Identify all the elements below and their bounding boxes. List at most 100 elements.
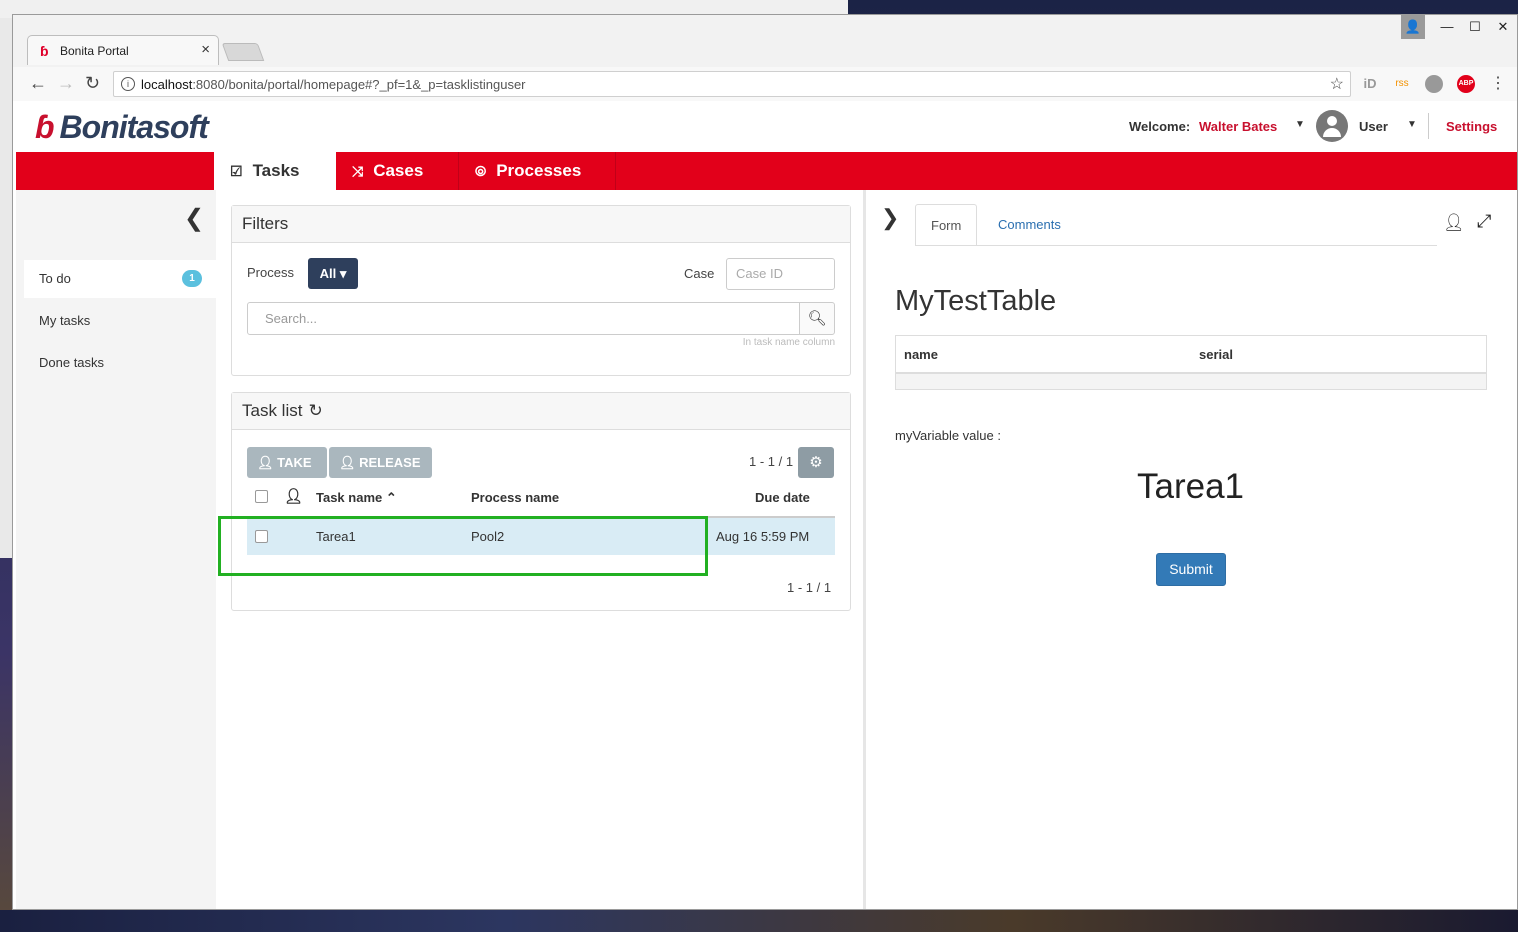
rss-extension-icon[interactable]: rss — [1393, 75, 1411, 93]
gear-icon: ⚙ — [809, 454, 823, 471]
case-id-input[interactable]: Case ID — [726, 258, 835, 290]
address-bar[interactable]: i localhost:8080/bonita/portal/homepage#… — [113, 71, 1351, 97]
select-all-checkbox[interactable] — [255, 490, 268, 503]
welcome-label: Welcome: — [1129, 119, 1191, 134]
collapse-sidebar-icon[interactable]: ❮ — [184, 204, 204, 233]
tab-form[interactable]: Form — [915, 204, 978, 246]
nav-separator — [615, 152, 616, 190]
tabs-underline — [915, 245, 1437, 246]
close-window-button[interactable]: ✕ — [1489, 15, 1517, 39]
fullscreen-icon[interactable]: ⤢ — [1477, 211, 1491, 232]
form-title: MyTestTable — [895, 285, 1057, 317]
collapse-details-icon[interactable]: ❯ — [881, 205, 899, 231]
id-extension-icon[interactable]: iD — [1361, 75, 1379, 93]
profile-caret-icon[interactable]: ▼ — [1407, 119, 1417, 130]
maximize-button[interactable]: ☐ — [1461, 15, 1489, 39]
extension-icons: iD rss globe ABP ⋮ — [1361, 75, 1507, 93]
take-button[interactable]: 👤︎ TAKE — [247, 447, 327, 478]
profile-selector[interactable]: User — [1359, 119, 1388, 134]
dropdown-caret-icon: ▾ — [336, 266, 347, 281]
settings-link[interactable]: Settings — [1446, 119, 1497, 134]
case-label: Case — [684, 266, 715, 281]
process-dropdown[interactable]: All ▾ — [308, 258, 358, 289]
site-info-icon[interactable]: i — [121, 77, 135, 91]
bonita-logo-icon: ɓ — [35, 109, 55, 145]
sort-ascending-icon: ⌃ — [382, 490, 397, 505]
search-input[interactable]: Search... — [247, 302, 800, 335]
refresh-icon[interactable]: ↻ — [308, 401, 322, 420]
main-nav: ☑ Tasks ⤨ Cases ⦾ Processes — [214, 152, 616, 190]
bookmark-star-icon[interactable]: ☆ — [1330, 74, 1344, 94]
filters-title: Filters — [232, 206, 850, 243]
sidebar-item-label: My tasks — [39, 313, 91, 328]
pagination-bottom: 1 - 1 / 1 — [787, 580, 832, 595]
column-header-due-date[interactable]: Due date — [755, 490, 810, 505]
adblock-extension-icon[interactable]: ABP — [1457, 75, 1475, 93]
assign-user-icon[interactable]: 👤︎ — [1443, 213, 1465, 233]
forward-button[interactable]: → — [57, 73, 75, 94]
portal-header: ɓ Bonitasoft Welcome: Walter Bates ▼ User… — [13, 101, 1517, 152]
submit-button[interactable]: Submit — [1156, 553, 1226, 586]
bonita-favicon-icon: ɓ — [40, 43, 49, 59]
task-list-title: Task list — [242, 401, 303, 420]
search-button[interactable]: 🔍︎ — [799, 302, 835, 335]
checkbox-edit-icon: ☑ — [230, 162, 243, 179]
assignee-column-icon: 👤︎ — [284, 488, 304, 505]
nav-cases[interactable]: ⤨ Cases — [336, 152, 458, 190]
window-controls: 👤 — ☐ ✕ — [1401, 15, 1517, 43]
sidebar-item-my-tasks[interactable]: My tasks — [24, 302, 216, 340]
bonitasoft-logo[interactable]: ɓ Bonitasoft — [35, 109, 209, 146]
sidebar-item-done-tasks[interactable]: Done tasks — [24, 344, 216, 382]
window-user-icon[interactable]: 👤 — [1401, 15, 1425, 39]
user-icon: 👤︎ — [257, 455, 278, 470]
filters-panel: Filters Process All ▾ Case Case ID Searc… — [231, 205, 851, 376]
column-header-task-name[interactable]: Task name ⌃ — [316, 490, 397, 506]
header-divider — [1428, 113, 1429, 139]
task-list-header: Task list ↻ — [232, 393, 850, 430]
task-filter-sidebar: ❮ To do 1 My tasks Done tasks — [16, 190, 216, 909]
table-settings-button[interactable]: ⚙ — [798, 447, 834, 478]
globe-extension-icon[interactable]: globe — [1425, 75, 1443, 93]
tab-title: Bonita Portal — [60, 44, 129, 58]
minimize-button[interactable]: — — [1433, 15, 1461, 39]
form-table-empty-row — [896, 374, 1486, 389]
task-list-panel: Task list ↻ 👤︎ TAKE 👤︎ RELEASE 1 - 1 / 1 … — [231, 392, 851, 611]
variable-label: myVariable value : — [895, 428, 1001, 443]
column-header-process-name[interactable]: Process name — [471, 490, 559, 505]
browser-toolbar: ← → ↻ i localhost:8080/bonita/portal/hom… — [13, 67, 1517, 102]
back-button[interactable]: ← — [29, 73, 47, 94]
nav-tasks[interactable]: ☑ Tasks — [214, 152, 336, 190]
browser-tab[interactable]: ɓ Bonita Portal × — [27, 35, 219, 65]
nav-processes[interactable]: ⦾ Processes — [459, 152, 615, 190]
portal-page: ɓ Bonitasoft Welcome: Walter Bates ▼ User… — [13, 101, 1517, 909]
new-tab-button[interactable] — [221, 43, 265, 61]
tab-comments[interactable]: Comments — [983, 204, 1076, 246]
browser-menu-icon[interactable]: ⋮ — [1489, 75, 1507, 93]
process-label: Process — [247, 265, 294, 280]
due-date-cell: Aug 16 5:59 PM — [716, 529, 810, 544]
form-table-header-serial: serial — [1199, 347, 1233, 362]
pagination-summary: 1 - 1 / 1 — [749, 454, 794, 469]
user-name[interactable]: Walter Bates — [1199, 119, 1277, 134]
background-app-strip — [0, 18, 12, 558]
release-button[interactable]: 👤︎ RELEASE — [329, 447, 432, 478]
tab-close-icon[interactable]: × — [201, 41, 210, 58]
browser-titlebar: ɓ Bonita Portal × 👤 — ☐ ✕ — [13, 15, 1517, 67]
reload-button[interactable]: ↻ — [85, 73, 100, 94]
task-name-display: Tarea1 — [1137, 467, 1245, 506]
shuffle-icon: ⤨ — [352, 162, 364, 179]
sidebar-item-todo[interactable]: To do 1 — [24, 260, 216, 298]
pane-divider[interactable] — [863, 190, 866, 909]
sidebar-item-label: Done tasks — [39, 355, 105, 370]
user-menu-caret-icon[interactable]: ▼ — [1295, 119, 1305, 130]
search-hint: In task name column — [742, 337, 835, 348]
search-icon: 🔍︎ — [807, 310, 827, 327]
annotation-highlight-box — [218, 516, 708, 576]
url-text: localhost:8080/bonita/portal/homepage#?_… — [141, 77, 526, 92]
form-table: name serial — [895, 335, 1487, 390]
user-outline-icon: 👤︎ — [339, 455, 360, 470]
todo-count-badge: 1 — [182, 270, 202, 287]
sidebar-item-label: To do — [39, 271, 71, 286]
browser-window: ɓ Bonita Portal × 👤 — ☐ ✕ ← → ↻ i localh… — [12, 14, 1518, 910]
avatar[interactable] — [1316, 110, 1348, 142]
